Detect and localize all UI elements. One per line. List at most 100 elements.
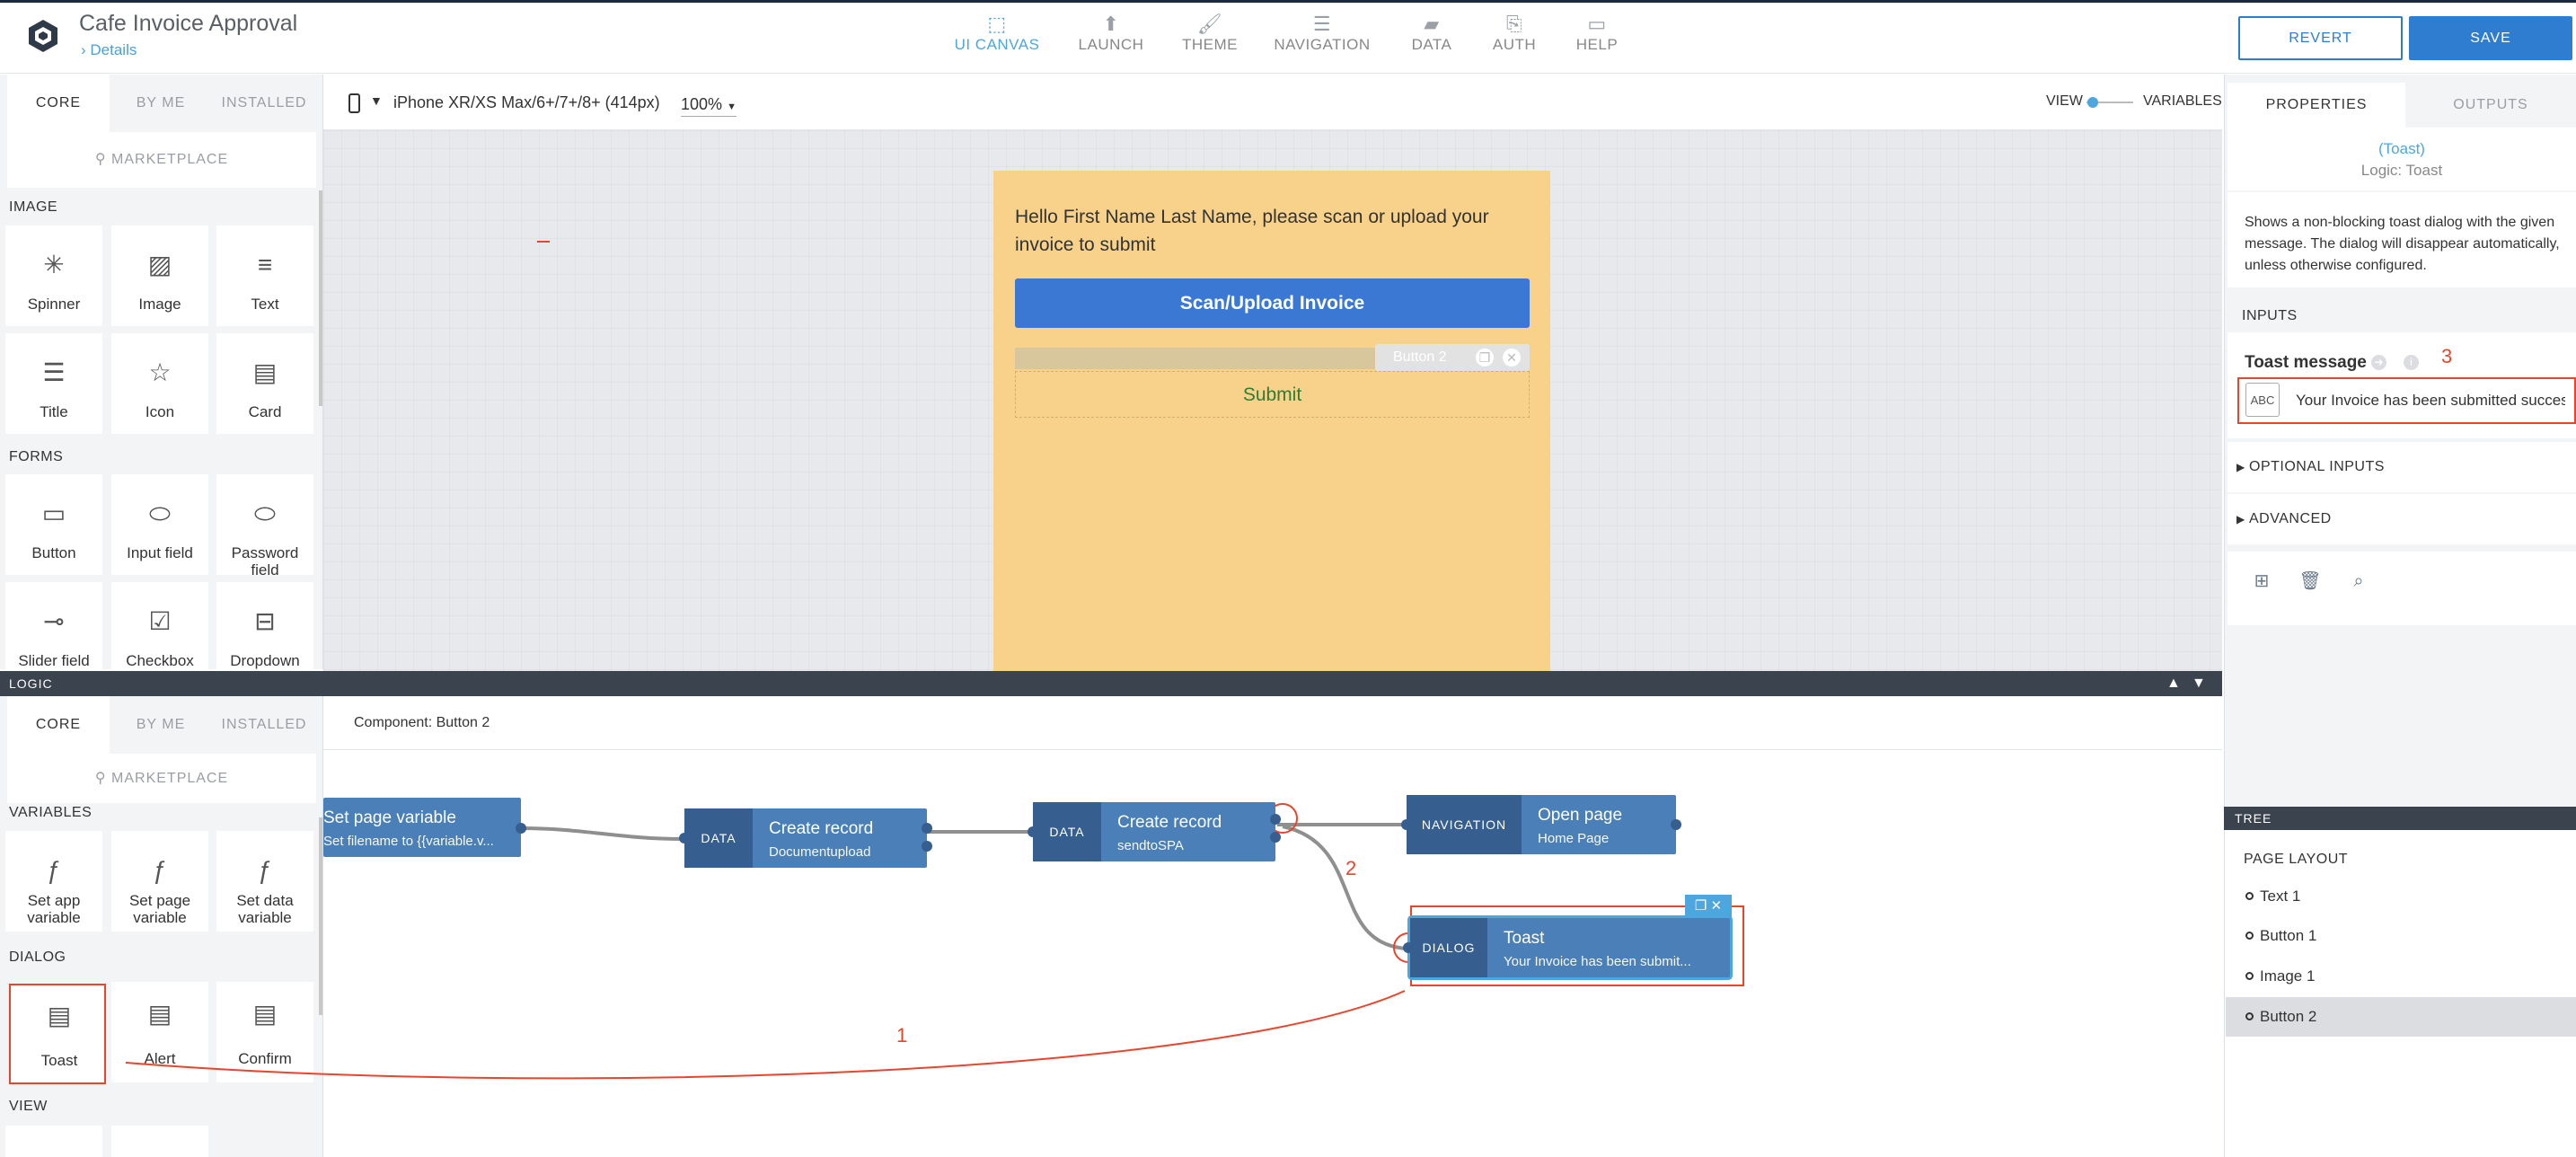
tile-toast[interactable]: ▤ Toast — [9, 984, 106, 1084]
tile-checkbox-field[interactable]: ☑ Checkbox field — [111, 582, 208, 669]
node-output-port[interactable] — [1270, 832, 1281, 843]
tile-set-page-variable[interactable]: ƒ Set page variable — [111, 831, 208, 932]
node-open-page[interactable]: NAVIGATION Open page Home Page — [1407, 795, 1676, 854]
tile-set-app-variable[interactable]: ƒ Set app variable — [5, 831, 102, 932]
tree-panel-bar[interactable]: TREE — [2224, 807, 2576, 830]
close-icon[interactable]: ✕ — [1503, 349, 1521, 367]
device-selector[interactable]: iPhone XR/XS Max/6+/7+/8+ (414px) — [393, 93, 660, 112]
breadcrumb-details[interactable]: › Details — [81, 41, 137, 59]
copy-icon[interactable]: ❐ — [1695, 898, 1707, 914]
revert-button[interactable]: REVERT — [2238, 16, 2403, 60]
text-type-icon[interactable]: ABC — [2245, 383, 2280, 417]
copy-icon[interactable]: ❐ — [1476, 349, 1494, 367]
binding-arrow-icon[interactable]: ➜ — [2371, 355, 2386, 370]
tile-view-2[interactable] — [111, 1126, 208, 1157]
tile-text[interactable]: ≡ Text — [216, 225, 313, 326]
advanced-toggle[interactable]: ▶ ADVANCED — [2228, 494, 2576, 544]
toast-message-input[interactable]: Your Invoice has been submitted successf… — [2296, 392, 2565, 410]
node-toast[interactable]: DIALOG Toast Your Invoice has been submi… — [1410, 918, 1730, 977]
tile-confirm[interactable]: ▤ Confirm — [216, 982, 313, 1082]
tree-item-text-1[interactable]: Text 1 — [2226, 877, 2576, 916]
tile-view-1[interactable] — [5, 1126, 102, 1157]
tree-node-dot — [2245, 972, 2254, 980]
logic-library-tab-by-me[interactable]: BY ME — [110, 696, 212, 754]
expand-up-icon[interactable]: ▲ — [2166, 676, 2181, 692]
view-toggle-label[interactable]: VIEW — [2046, 93, 2083, 110]
tile-dropdown-field[interactable]: ⊟ Dropdown field — [216, 582, 313, 669]
breadcrumb-label[interactable]: Details — [90, 41, 137, 58]
node-output-port[interactable] — [922, 823, 932, 834]
launch-icon: ⬆ — [1102, 13, 1120, 35]
tile-icon[interactable]: ☆ Icon — [111, 333, 208, 434]
save-button[interactable]: SAVE — [2409, 16, 2572, 60]
tree-item-button-2[interactable]: Button 2 — [2226, 997, 2576, 1037]
tile-input-field[interactable]: ⬭ Input field — [111, 474, 208, 575]
node-input-port[interactable] — [679, 833, 690, 843]
tile-image[interactable]: ▨ Image — [111, 225, 208, 326]
tile-label: Title — [40, 403, 68, 420]
image-icon: ▨ — [147, 251, 172, 278]
section-forms-label: FORMS — [9, 449, 64, 464]
tile-spinner[interactable]: ✳ Spinner — [5, 225, 102, 326]
annotation-3: 3 — [2441, 345, 2453, 367]
node-create-record-sendtospa[interactable]: DATA Create record sendtoSPA — [1033, 802, 1275, 861]
tab-auth[interactable]: ⎘ AUTH — [1480, 13, 1548, 65]
add-duplicate-icon[interactable]: ⊞ — [2250, 570, 2273, 593]
node-output-port[interactable] — [1671, 819, 1681, 830]
node-tools[interactable]: ❐ ✕ — [1685, 895, 1732, 918]
library-scrollbar[interactable] — [319, 190, 322, 406]
node-input-port[interactable] — [1401, 819, 1412, 830]
tile-title[interactable]: ☰ Title — [5, 333, 102, 434]
tab-ui-canvas[interactable]: ⬚ UI CANVAS — [950, 13, 1044, 65]
tree-item-image-1[interactable]: Image 1 — [2226, 957, 2576, 996]
trash-icon[interactable]: 🗑 — [2298, 570, 2322, 593]
variables-toggle-label[interactable]: VARIABLES — [2143, 93, 2222, 110]
tab-outputs[interactable]: OUTPUTS — [2405, 83, 2576, 128]
optional-inputs-toggle[interactable]: ▶ OPTIONAL INPUTS — [2228, 442, 2576, 492]
tile-alert[interactable]: ▤ Alert — [111, 982, 208, 1082]
logic-marketplace-button[interactable]: ⚲ MARKETPLACE — [7, 754, 316, 803]
info-icon[interactable]: i — [2404, 355, 2419, 370]
library-tab-core[interactable]: CORE — [7, 75, 110, 132]
tab-navigation[interactable]: ☰ NAVIGATION — [1266, 13, 1378, 65]
zoom-selector[interactable]: 100% ▼ — [681, 95, 737, 117]
greeting-text[interactable]: Hello First Name Last Name, please scan … — [1015, 203, 1527, 259]
tab-launch[interactable]: ⬆ LAUNCH — [1069, 13, 1153, 65]
annotation-2: 2 — [1345, 857, 1357, 879]
library-tab-installed[interactable]: INSTALLED — [212, 75, 316, 132]
tile-button[interactable]: ▭ Button — [5, 474, 102, 575]
library-tab-by-me[interactable]: BY ME — [110, 75, 212, 132]
logic-panel-bar[interactable]: LOGIC — [0, 671, 2222, 696]
tab-properties[interactable]: PROPERTIES — [2228, 83, 2405, 128]
tab-help[interactable]: ▭ HELP — [1563, 13, 1631, 65]
button2-tag[interactable]: Button 2 ❐ ✕ — [1375, 344, 1530, 371]
tile-password-field[interactable]: ⬭ Password field — [216, 474, 313, 578]
tile-slider-field[interactable]: ⊸ Slider field — [5, 582, 102, 669]
toggle-knob[interactable] — [2087, 97, 2098, 108]
tab-data[interactable]: ▰ DATA — [1398, 13, 1466, 65]
node-output-port[interactable] — [516, 823, 526, 834]
tab-theme[interactable]: 🖌 THEME — [1168, 13, 1252, 65]
submit-button[interactable]: Submit — [1015, 371, 1530, 418]
node-set-page-variable[interactable]: Set page variable Set filename to {{vari… — [323, 798, 521, 857]
node-create-record-documentupload[interactable]: DATA Create record Documentupload — [684, 808, 927, 868]
inspect-search-icon[interactable]: ⌕ — [2347, 570, 2370, 593]
node-input-port[interactable] — [1028, 826, 1038, 837]
app-logo-icon[interactable] — [25, 18, 61, 54]
tile-label: Card — [248, 403, 282, 420]
node-input-port[interactable] — [1403, 942, 1414, 953]
scan-upload-invoice-button[interactable]: Scan/Upload Invoice — [1015, 278, 1530, 328]
tile-card[interactable]: ▤ Card — [216, 333, 313, 434]
chevron-down-icon[interactable]: ▼ — [370, 93, 383, 108]
node-output-port[interactable] — [1270, 814, 1281, 825]
logic-library-scrollbar[interactable] — [319, 817, 322, 1015]
marketplace-button[interactable]: ⚲ MARKETPLACE — [7, 132, 316, 188]
node-output-port[interactable] — [922, 841, 932, 852]
phone-device-icon[interactable] — [348, 93, 360, 113]
tile-set-data-variable[interactable]: ƒ Set data variable — [216, 831, 313, 932]
close-icon[interactable]: ✕ — [1711, 898, 1723, 914]
logic-library-tab-core[interactable]: CORE — [7, 696, 110, 754]
collapse-down-icon[interactable]: ▼ — [2192, 676, 2206, 692]
logic-library-tab-installed[interactable]: INSTALLED — [212, 696, 316, 754]
tree-item-button-1[interactable]: Button 1 — [2226, 916, 2576, 956]
